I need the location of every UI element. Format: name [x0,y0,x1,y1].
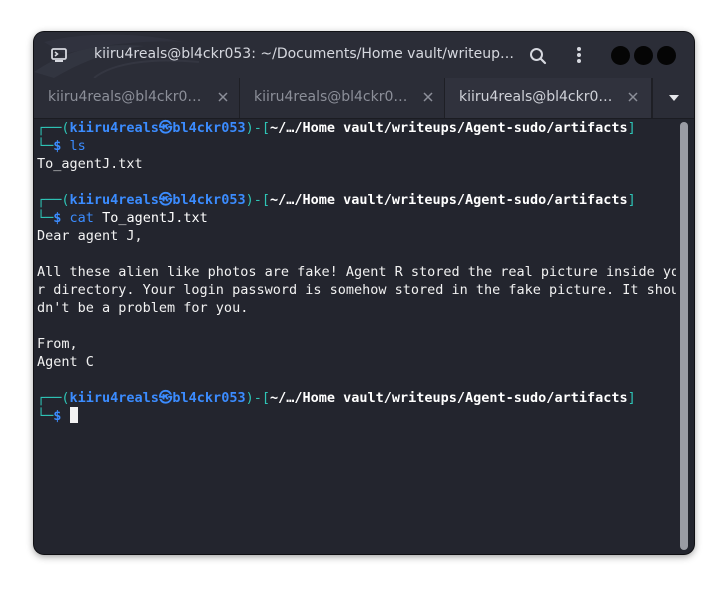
prompt-frame: ┌──( [37,192,70,208]
prompt-at-symbol: ㉿ [158,120,173,136]
tab-close-icon[interactable] [421,90,435,104]
tab-close-icon[interactable] [626,90,640,104]
tab-close-icon[interactable] [216,90,230,104]
tab-list-dropdown-button[interactable] [652,78,694,118]
prompt-path: ~/…/Home vault/writeups/Agent-sudo/artif… [269,192,628,208]
terminal-window: kiiru4reals@bl4ckr053: ~/Documents/Home … [34,32,694,554]
tab-label: kiiru4reals@bl4ckr053: ~/Documents/Home … [254,89,409,105]
prompt-host: bl4ckr053 [172,120,246,136]
prompt-frame: └─ [37,138,54,154]
prompt-frame: )-[ [245,120,270,136]
tab-label: kiiru4reals@bl4ckr053: ~/Documents/Home … [459,89,614,105]
text-cursor [69,407,78,423]
prompt-at-symbol: ㉿ [158,390,173,406]
prompt-user: kiiru4reals [69,390,159,406]
prompt-frame: ┌──( [37,390,70,406]
prompt-host: bl4ckr053 [172,390,246,406]
prompt-line: ┌──(kiiru4reals㉿bl4ckr053)-[~/…/Home vau… [37,119,676,137]
tab-1[interactable]: kiiru4reals@bl4ckr053: ~/Documents/Home … [34,78,240,118]
command-ls: ls [69,138,86,154]
prompt-user: kiiru4reals [69,192,159,208]
prompt-frame: └─ [37,408,54,424]
output-line: r directory. Your login password is some… [37,282,676,298]
prompt-dollar: $ [53,210,62,226]
command-argument: To_agentJ.txt [102,210,208,226]
prompt-frame: ] [627,120,636,136]
prompt-path: ~/…/Home vault/writeups/Agent-sudo/artif… [269,390,628,406]
prompt-line: ┌──(kiiru4reals㉿bl4ckr053)-[~/…/Home vau… [37,191,676,209]
prompt-dollar: $ [53,138,62,154]
command-line: └─$ cat To_agentJ.txt [37,209,676,227]
prompt-line: ┌──(kiiru4reals㉿bl4ckr053)-[~/…/Home vau… [37,389,676,407]
prompt-dollar: $ [53,408,62,424]
vertical-scrollbar[interactable] [680,122,688,550]
prompt-at-symbol: ㉿ [158,192,173,208]
terminal-output[interactable]: ┌──(kiiru4reals㉿bl4ckr053)-[~/…/Home vau… [34,119,676,549]
command-line: └─$ ls [37,137,676,155]
prompt-user: kiiru4reals [69,120,159,136]
output-line: Agent C [37,354,94,370]
terminal-app-icon[interactable] [50,46,68,64]
command-cat: cat [69,210,94,226]
prompt-frame: └─ [37,210,54,226]
prompt-frame: ┌──( [37,120,70,136]
tab-2[interactable]: kiiru4reals@bl4ckr053: ~/Documents/Home … [240,78,445,118]
close-button[interactable] [657,46,676,65]
prompt-frame: )-[ [245,390,270,406]
tab-3-active[interactable]: kiiru4reals@bl4ckr053: ~/Documents/Home … [445,78,652,118]
output-line: All these alien like photos are fake! Ag… [37,264,676,280]
prompt-path: ~/…/Home vault/writeups/Agent-sudo/artif… [269,120,628,136]
prompt-host: bl4ckr053 [172,192,246,208]
window-title: kiiru4reals@bl4ckr053: ~/Documents/Home … [94,46,514,62]
chevron-down-icon [669,95,679,101]
prompt-frame: ] [627,390,636,406]
kebab-menu-icon[interactable] [569,45,589,65]
output-line: From, [37,336,78,352]
tab-label: kiiru4reals@bl4ckr053: ~/Documents/Home … [48,89,203,105]
prompt-frame: )-[ [245,192,270,208]
output-line: dn't be a problem for you. [37,300,249,316]
tab-bar: kiiru4reals@bl4ckr053: ~/Documents/Home … [34,78,694,119]
command-line[interactable]: └─$ [37,407,676,425]
output-line: Dear agent J, [37,228,143,244]
output-line: To_agentJ.txt [37,156,143,172]
maximize-button[interactable] [634,46,653,65]
prompt-frame: ] [627,192,636,208]
title-bar[interactable]: kiiru4reals@bl4ckr053: ~/Documents/Home … [34,32,694,78]
search-icon[interactable] [528,46,548,66]
minimize-button[interactable] [611,46,630,65]
